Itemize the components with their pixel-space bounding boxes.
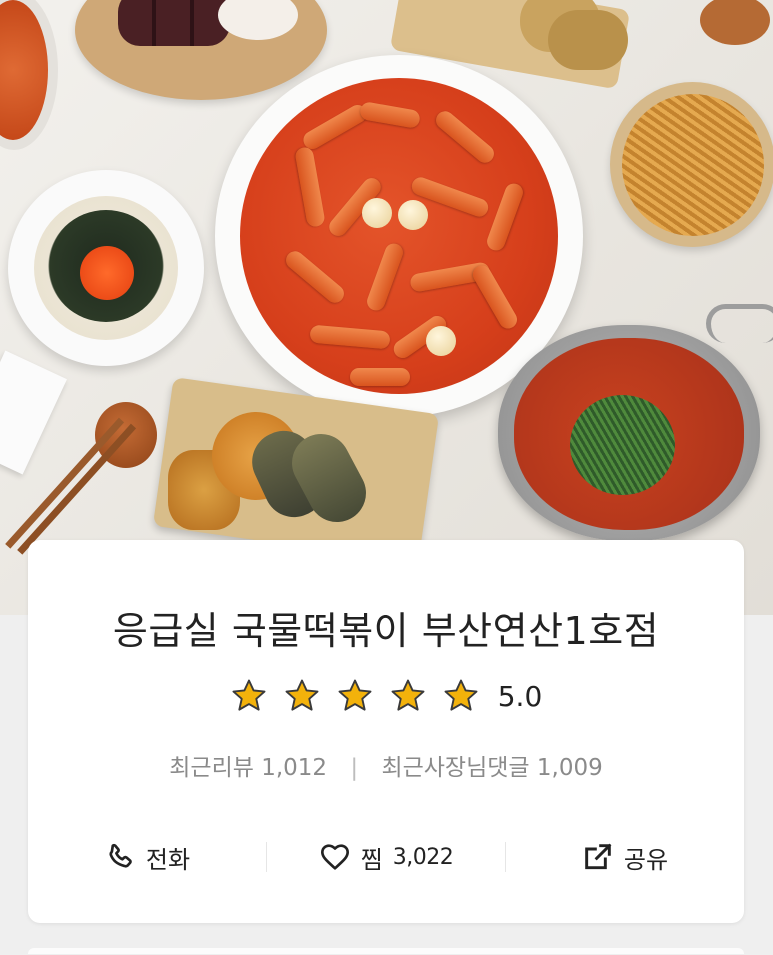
star-icon [285, 679, 319, 711]
action-bar: 전화 찜 3,022 공유 [28, 835, 744, 879]
call-label: 전화 [145, 845, 191, 874]
rating-row: 5.0 [28, 676, 744, 716]
sundae-sausage [118, 0, 230, 46]
store-info-card: 응급실 국물떡볶이 부산연산1호점 5.0 최근리뷰 1,012 | 최근사장님… [28, 540, 744, 923]
call-button[interactable]: 전화 [28, 840, 266, 875]
favorite-count: 3,022 [392, 844, 454, 870]
store-name: 응급실 국물떡볶이 부산연산1호점 [112, 609, 660, 653]
tteokbokki-sauce [240, 78, 558, 394]
share-icon [585, 843, 612, 870]
heart-icon [320, 844, 349, 870]
fried-noodles [622, 94, 764, 236]
small-dish [0, 350, 68, 475]
star-icon [391, 679, 425, 711]
owner-replies-count[interactable]: 최근사장님댓글 1,009 [381, 755, 602, 781]
fish-roe [80, 246, 134, 300]
store-hero-image [0, 0, 773, 615]
phone-icon [109, 843, 132, 868]
review-stats: 최근리뷰 1,012 | 최근사장님댓글 1,009 [28, 748, 744, 782]
star-icon [232, 679, 266, 711]
rating-score: 5.0 [497, 679, 543, 713]
star-icon [444, 679, 478, 711]
next-card-edge [28, 948, 744, 954]
stats-divider: | [350, 755, 359, 781]
favorite-label: 찜 [360, 845, 383, 874]
pan-handle [706, 304, 773, 343]
recent-reviews-count[interactable]: 최근리뷰 1,012 [169, 755, 327, 781]
share-label: 공유 [623, 845, 669, 874]
favorite-button[interactable]: 찜 3,022 [267, 840, 505, 875]
fried-food [548, 10, 628, 70]
wooden-spoon [700, 0, 770, 45]
perilla-greens [570, 395, 675, 495]
share-button[interactable]: 공유 [506, 840, 744, 875]
star-icon [338, 679, 372, 711]
